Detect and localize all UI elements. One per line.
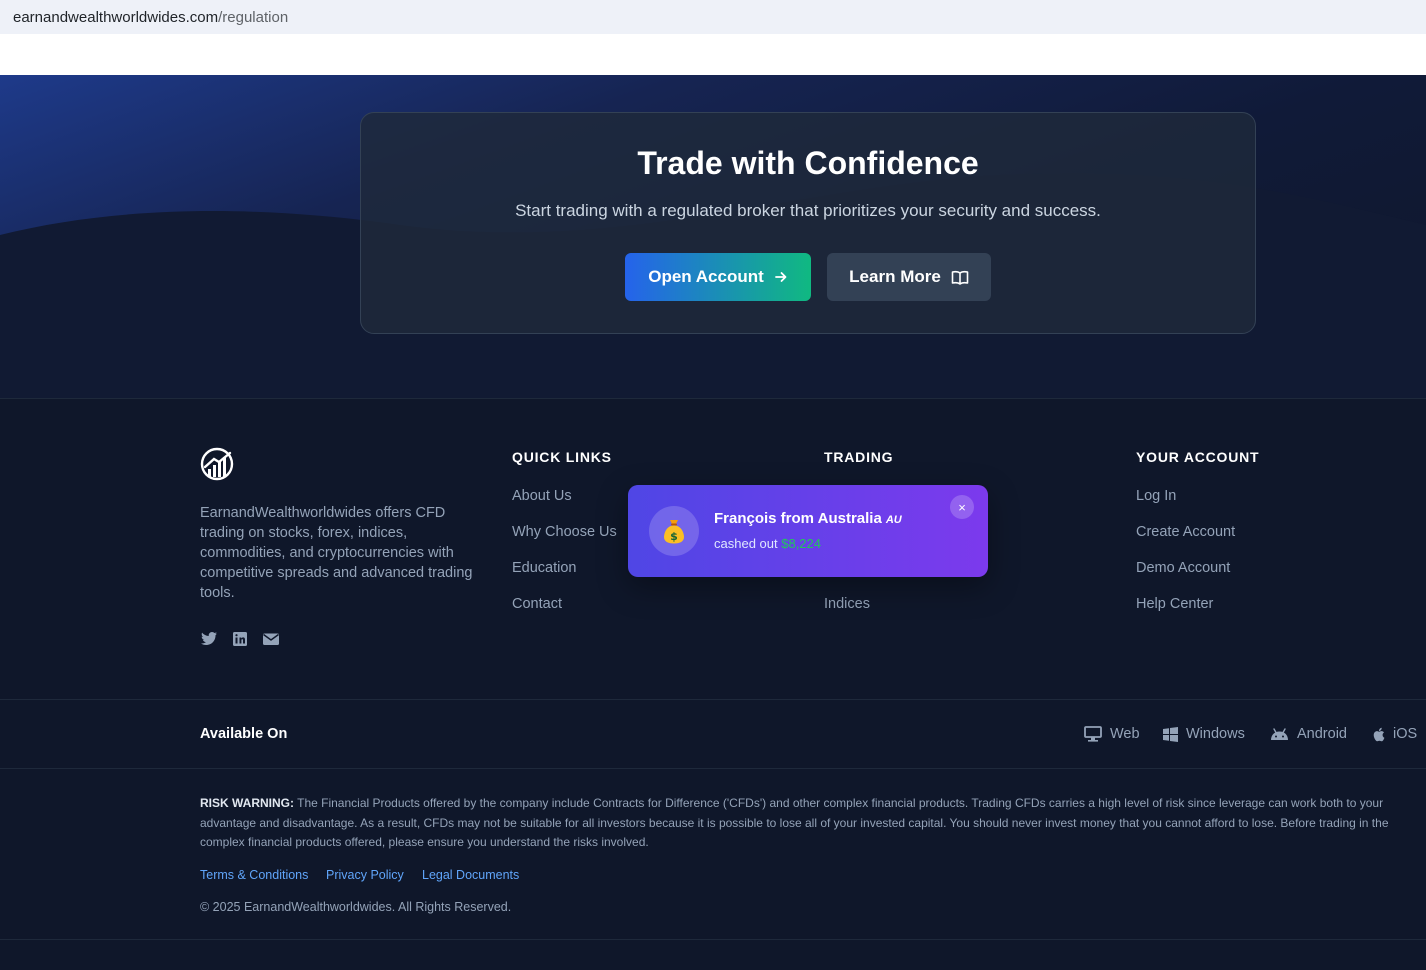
privacy-policy-link[interactable]: Privacy Policy xyxy=(326,868,404,882)
risk-warning-label: RISK WARNING: xyxy=(200,796,294,810)
toast-amount: $8,224 xyxy=(781,536,821,551)
chart-logo-icon[interactable] xyxy=(200,447,236,481)
platform-android-label: Android xyxy=(1297,726,1347,742)
risk-warning-text: The Financial Products offered by the co… xyxy=(200,796,1389,849)
toast-close-button[interactable]: × xyxy=(950,495,974,519)
platform-ios[interactable]: iOS xyxy=(1372,726,1417,742)
toast-country-code: AU xyxy=(885,514,902,526)
envelope-icon[interactable] xyxy=(262,631,280,647)
divider xyxy=(0,398,1426,399)
platform-web-label: Web xyxy=(1110,726,1140,742)
toast-user-name: François from Australia xyxy=(714,510,882,527)
url-path: /regulation xyxy=(218,8,289,26)
toast-title: François from Australia AU xyxy=(714,510,902,527)
footer-link-create-account[interactable]: Create Account xyxy=(1136,524,1235,540)
footer-link-why-choose-us[interactable]: Why Choose Us xyxy=(512,524,617,540)
footer-link-about-us[interactable]: About Us xyxy=(512,488,572,504)
platform-web[interactable]: Web xyxy=(1084,726,1140,742)
legal-documents-link[interactable]: Legal Documents xyxy=(422,868,519,882)
money-bag-icon: $ xyxy=(649,506,699,556)
toast-message: cashed out $8,224 xyxy=(714,536,821,551)
open-account-label: Open Account xyxy=(648,267,764,286)
cta-subtitle: Start trading with a regulated broker th… xyxy=(515,201,1101,220)
linkedin-icon[interactable] xyxy=(231,631,249,647)
desktop-icon xyxy=(1084,726,1102,742)
book-open-icon xyxy=(951,270,969,285)
learn-more-button[interactable]: Learn More xyxy=(827,253,991,301)
cta-card: Trade with Confidence Start trading with… xyxy=(360,112,1256,334)
platform-windows[interactable]: Windows xyxy=(1163,726,1245,742)
arrow-right-icon xyxy=(774,272,787,282)
footer-link-help-center[interactable]: Help Center xyxy=(1136,596,1213,612)
available-on-label: Available On xyxy=(200,726,288,742)
your-account-heading: YOUR ACCOUNT xyxy=(1136,449,1260,465)
learn-more-label: Learn More xyxy=(849,267,941,286)
address-bar[interactable]: earnandwealthworldwides.com/regulation xyxy=(0,0,1426,34)
open-account-button[interactable]: Open Account xyxy=(625,253,811,301)
toast-action: cashed out xyxy=(714,536,778,551)
cta-title: Trade with Confidence xyxy=(637,145,979,181)
cashout-notification-toast[interactable]: $ François from Australia AU cashed out $… xyxy=(628,485,988,577)
android-icon xyxy=(1271,727,1288,740)
divider xyxy=(0,768,1426,769)
divider xyxy=(0,939,1426,940)
terms-conditions-link[interactable]: Terms & Conditions xyxy=(200,868,308,882)
footer-link-indices[interactable]: Indices xyxy=(824,596,870,612)
divider xyxy=(0,699,1426,700)
footer-link-contact[interactable]: Contact xyxy=(512,596,562,612)
footer-link-log-in[interactable]: Log In xyxy=(1136,488,1176,504)
risk-warning: RISK WARNING: The Financial Products off… xyxy=(200,794,1400,853)
footer-link-education[interactable]: Education xyxy=(512,560,577,576)
platform-windows-label: Windows xyxy=(1186,726,1245,742)
svg-text:$: $ xyxy=(670,530,678,543)
platform-android[interactable]: Android xyxy=(1270,726,1347,742)
url-host: earnandwealthworldwides.com xyxy=(13,8,219,26)
top-white-strip xyxy=(0,34,1426,75)
twitter-icon[interactable] xyxy=(200,631,218,647)
copyright-text: © 2025 EarnandWealthworldwides. All Righ… xyxy=(200,900,512,914)
platform-ios-label: iOS xyxy=(1393,726,1418,742)
apple-icon xyxy=(1373,727,1385,741)
quick-links-heading: QUICK LINKS xyxy=(512,449,612,465)
trading-heading: TRADING xyxy=(824,449,894,465)
footer-description: EarnandWealthworldwides offers CFD tradi… xyxy=(200,505,473,601)
footer-link-demo-account[interactable]: Demo Account xyxy=(1136,560,1230,576)
windows-icon xyxy=(1163,726,1178,742)
cta-section: Trade with Confidence Start trading with… xyxy=(0,75,1426,399)
